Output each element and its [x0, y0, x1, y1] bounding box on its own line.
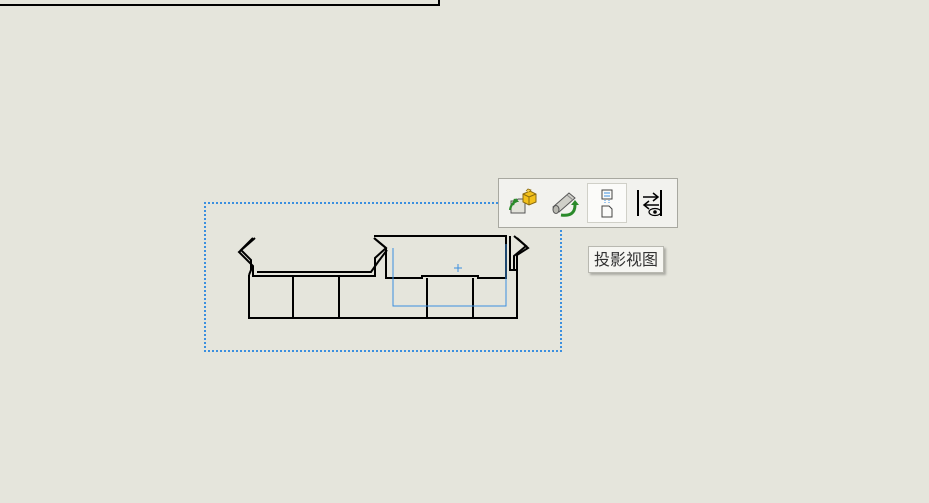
alternate-position-view-icon: [637, 190, 662, 217]
tooltip: 投影视图: [588, 246, 665, 273]
tooltip-text: 投影视图: [594, 250, 659, 269]
rotate-view-icon: [552, 192, 579, 217]
alternate-position-view-button[interactable]: [629, 183, 669, 223]
projected-view-icon: [601, 189, 613, 218]
open-part-button[interactable]: [503, 183, 543, 223]
rotate-view-button[interactable]: [545, 183, 585, 223]
open-part-icon: [508, 188, 537, 214]
context-toolbar: [498, 178, 678, 228]
projected-view-button[interactable]: [587, 183, 627, 223]
